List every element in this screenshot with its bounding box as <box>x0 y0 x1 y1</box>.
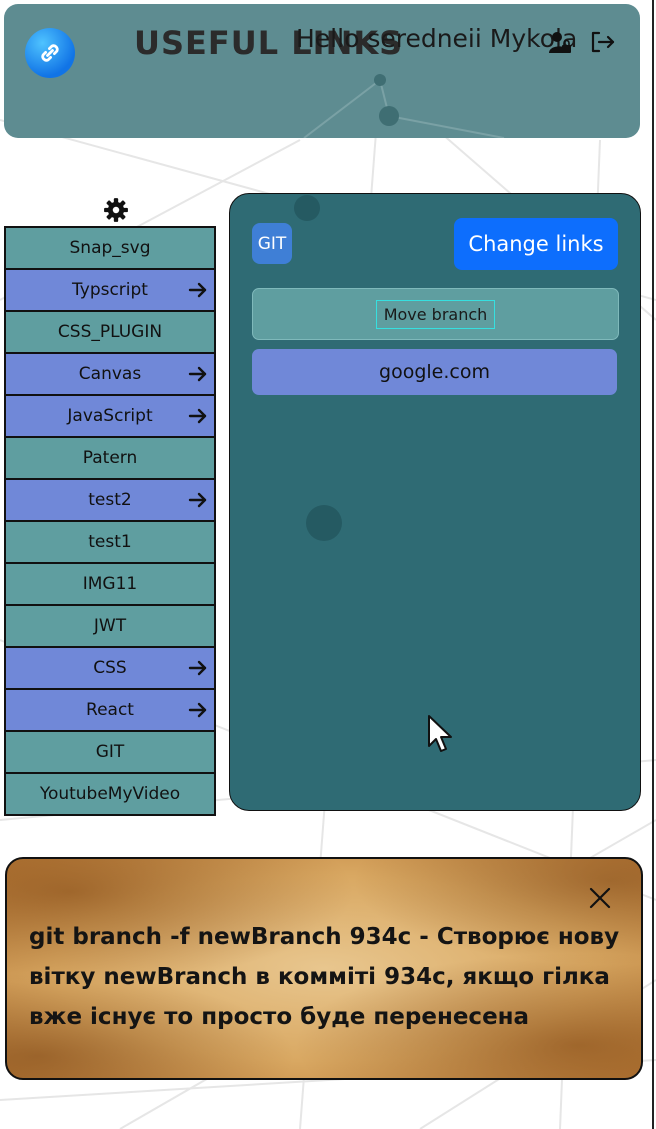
sidebar-item-label: GIT <box>95 742 125 762</box>
sidebar-item[interactable]: CSS_PLUGIN <box>4 310 216 354</box>
sidebar-item-label: JWT <box>93 616 127 636</box>
scrollbar-edge <box>652 0 654 1129</box>
sidebar-item[interactable]: JavaScript <box>4 394 216 438</box>
logout-icon[interactable] <box>590 30 616 58</box>
move-branch-button[interactable]: Move branch <box>375 299 496 329</box>
user-lock-icon[interactable] <box>548 30 572 58</box>
sidebar-item[interactable]: Patern <box>4 436 216 480</box>
category-badge: GIT <box>252 223 292 264</box>
sidebar-item-label: React <box>86 700 134 720</box>
sidebar-item[interactable]: CSS <box>4 646 216 690</box>
link-icon <box>41 44 59 62</box>
mouse-cursor-icon <box>427 714 455 758</box>
sidebar-item-label: Patern <box>82 448 138 468</box>
sidebar-item[interactable]: IMG11 <box>4 562 216 606</box>
sidebar-item-label: test2 <box>88 490 132 510</box>
note-text: git branch -f newBranch 934c - Створює н… <box>29 924 620 1030</box>
sidebar-item[interactable]: test2 <box>4 478 216 522</box>
sidebar-item-label: Snap_svg <box>69 238 151 258</box>
change-links-button[interactable]: Change links <box>454 218 618 270</box>
arrow-right-icon[interactable] <box>188 406 208 431</box>
sidebar-item-label: CSS <box>93 658 127 678</box>
sidebar-item[interactable]: React <box>4 688 216 732</box>
sidebar-item[interactable]: Snap_svg <box>4 226 216 270</box>
sidebar-item[interactable]: test1 <box>4 520 216 564</box>
arrow-right-icon[interactable] <box>188 364 208 389</box>
sidebar-item-label: CSS_PLUGIN <box>57 322 163 342</box>
sidebar-item-label: IMG11 <box>82 574 138 594</box>
sidebar-item[interactable]: JWT <box>4 604 216 648</box>
arrow-right-icon[interactable] <box>188 490 208 515</box>
arrow-right-icon[interactable] <box>188 280 208 305</box>
sidebar-item-label: YoutubeMyVideo <box>39 784 181 804</box>
decor-dot <box>306 505 342 541</box>
sidebar-item[interactable]: GIT <box>4 730 216 774</box>
sidebar-item-label: Canvas <box>78 364 142 384</box>
links-panel: GIT Change links Move branch google.com <box>229 193 641 811</box>
move-branch-row: Move branch <box>252 288 619 340</box>
user-greeting: Hello seredneii Mykola <box>296 24 578 53</box>
sidebar-item-label: JavaScript <box>67 406 153 426</box>
arrow-right-icon[interactable] <box>188 700 208 725</box>
decor-dot <box>294 195 320 221</box>
sidebar-item[interactable]: Typscript <box>4 268 216 312</box>
logo-button[interactable] <box>25 28 75 78</box>
gear-icon[interactable] <box>103 197 129 227</box>
sidebar-item-label: Typscript <box>72 280 148 300</box>
sidebar-item[interactable]: YoutubeMyVideo <box>4 772 216 816</box>
category-sidebar: Snap_svg Typscript CSS_PLUGIN Canvas JavaScr… <box>4 226 216 816</box>
sidebar-item-label: test1 <box>88 532 132 552</box>
note-popup: git branch -f newBranch 934c - Створює н… <box>5 857 643 1080</box>
sidebar-item[interactable]: Canvas <box>4 352 216 396</box>
top-header: USEFUL LINKS Hello seredneii Mykola <box>4 4 640 138</box>
arrow-right-icon[interactable] <box>188 658 208 683</box>
link-item[interactable]: google.com <box>252 349 617 395</box>
close-icon[interactable] <box>589 887 611 913</box>
